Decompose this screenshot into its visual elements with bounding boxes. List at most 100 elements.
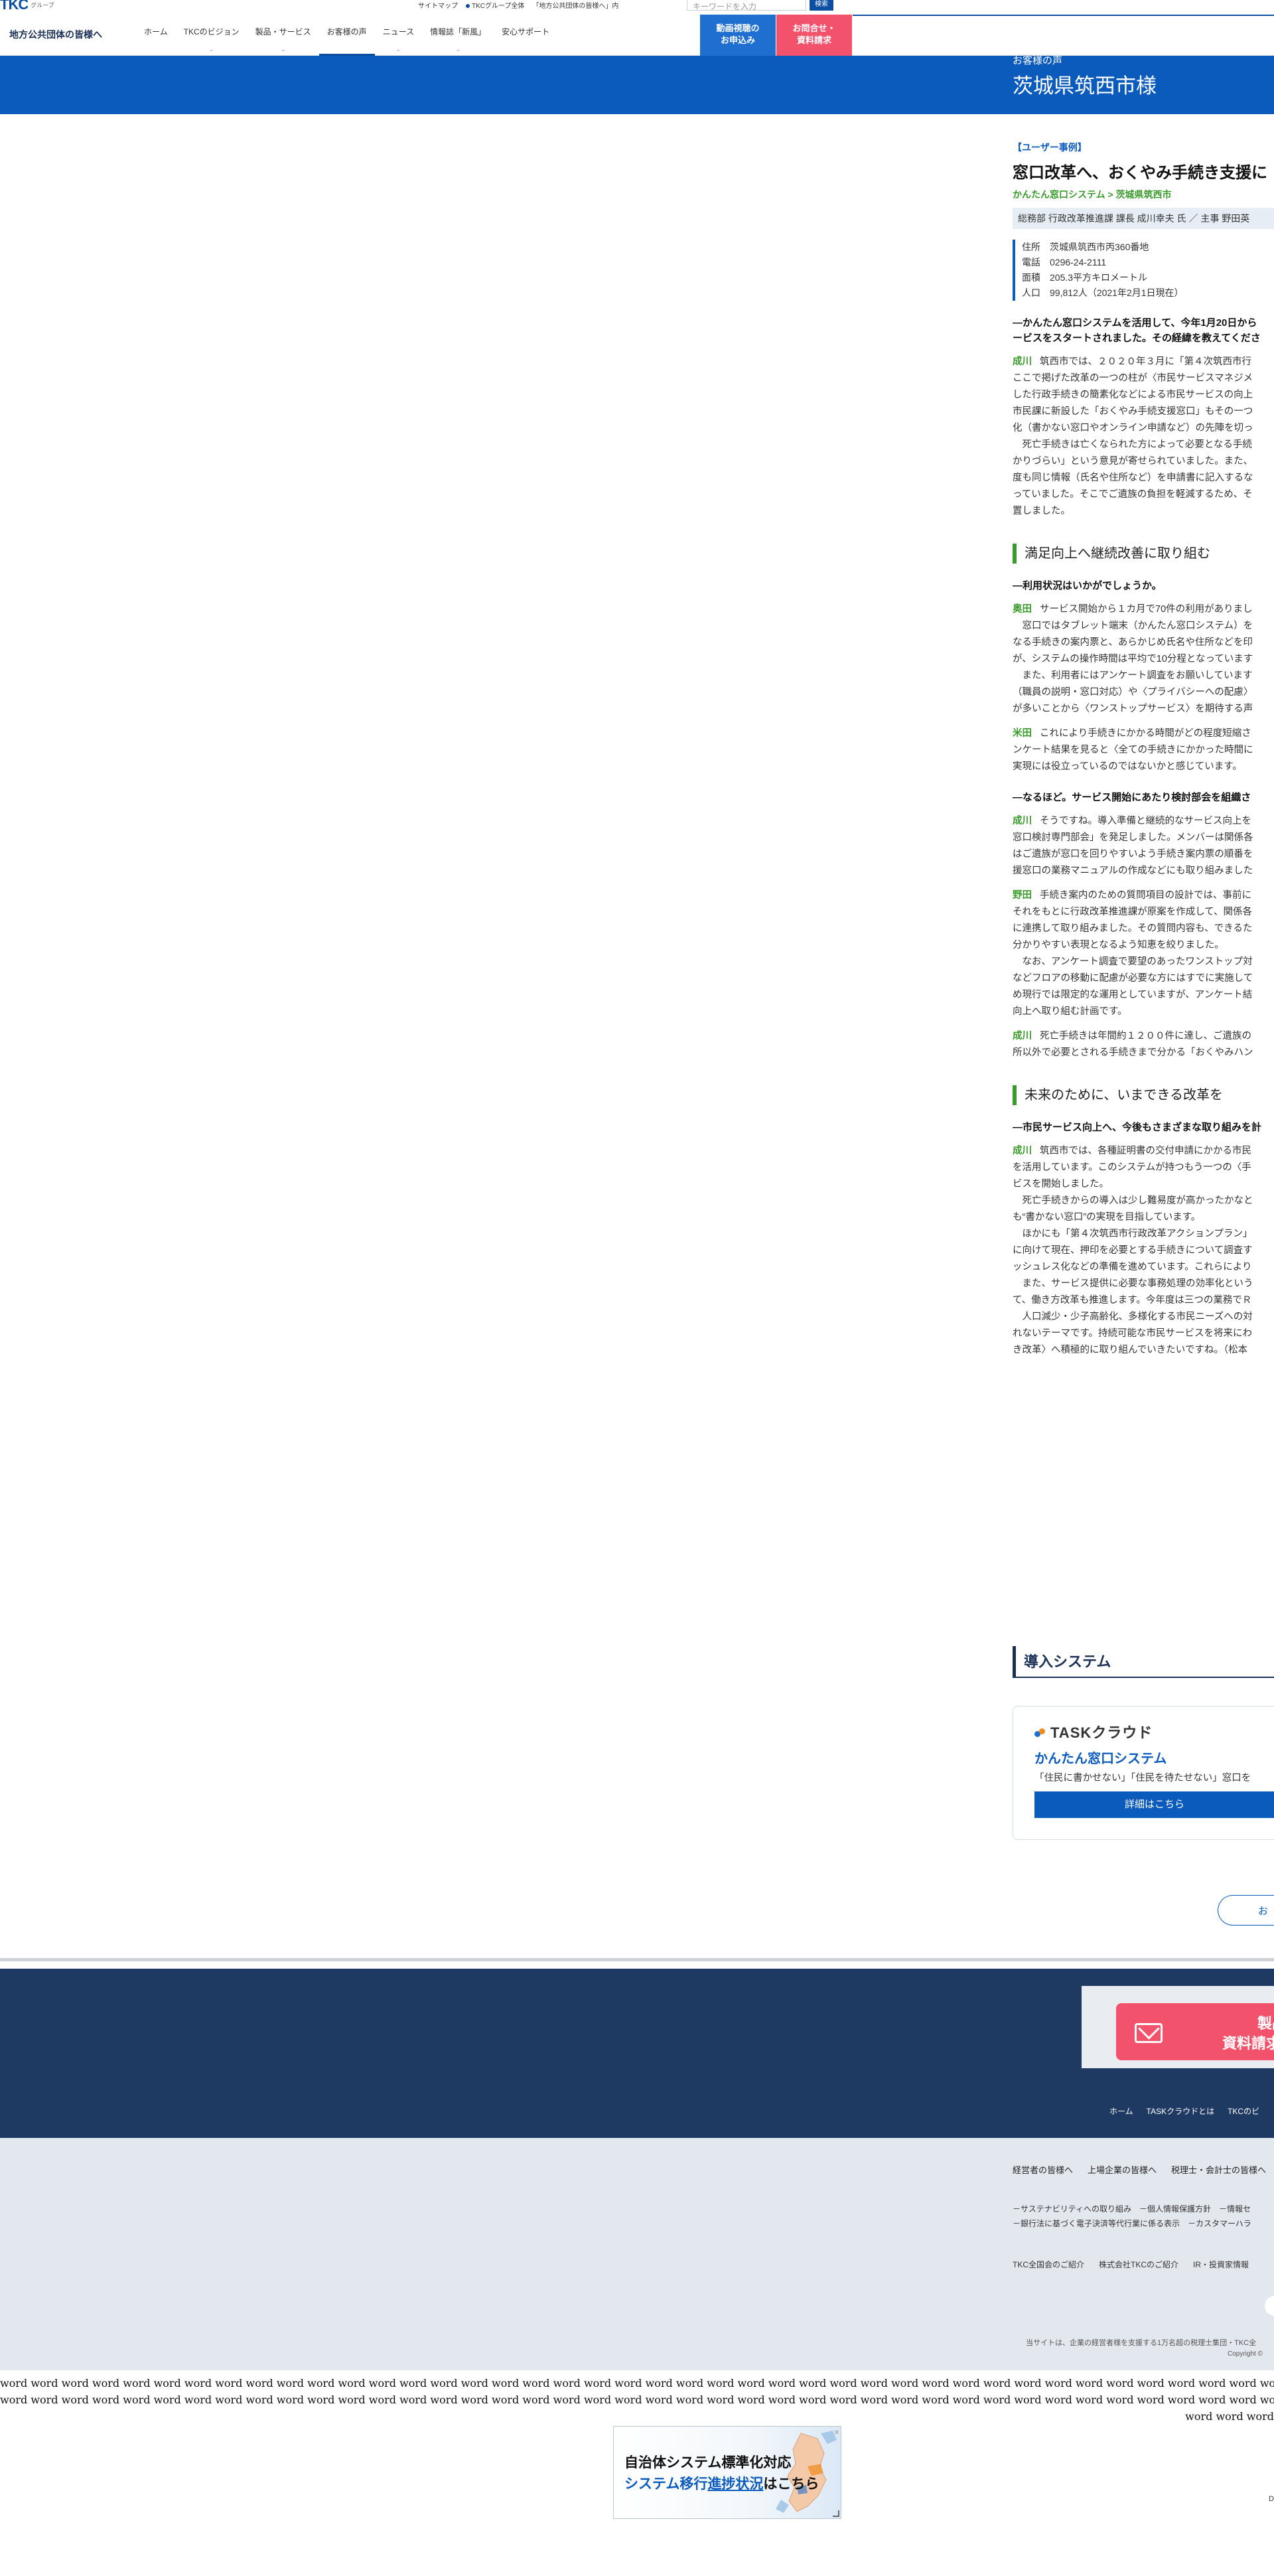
filler-word: word [952,2393,980,2406]
link-accountants[interactable]: 税理士・会計士の皆様へ [1171,2163,1266,2176]
section-heading-1: 満足向上へ継続改善に取り組む [1013,544,1274,564]
migration-banner[interactable]: 自治体システム標準化対応 システム移行進捗状況はこちら × [613,2426,841,2519]
breadcrumb[interactable]: かんたん窓口システム > 茨城県筑西市 [1013,188,1274,201]
page-top-button[interactable] [1265,2296,1274,2316]
footer-link-task[interactable]: TASKクラウドとは [1147,2105,1214,2117]
tkc-logo[interactable]: TKC グループ [0,0,54,9]
footer-link-vision[interactable]: TKCのビ [1228,2105,1259,2117]
filler-word: word [153,2377,181,2389]
filler-word: word [522,2377,550,2389]
footer-link-home[interactable]: ホーム [1109,2105,1133,2117]
speaker-name: 成川 [1013,1031,1032,1041]
answer-line: ほかにも「第４次筑西市行政改革アクションプラン」 [1013,1226,1274,1243]
nav-home[interactable]: ホーム [136,27,176,56]
utility-links: サイトマップ TKCグループ全体 「地方公共団体の皆様へ」内 [418,0,618,10]
more-button[interactable]: お [1218,1895,1274,1926]
filler-word: word [1044,2393,1072,2406]
answer-line: かりづらい」という意見が寄せられていました。また、 [1013,453,1274,470]
chevron-down-icon: ⌄ [280,46,286,52]
filler-word: word [675,2393,704,2406]
link-tkc-corp[interactable]: 株式会社TKCのご紹介 [1099,2259,1178,2270]
filler-word: word [1106,2377,1134,2389]
answer-text: 向上へ取り組む計画です。 [1013,1006,1127,1017]
filler-word: word [430,2377,458,2389]
answer-line: 米田 これにより手続きにかかる時間がどの程度短縮さ [1013,725,1274,742]
question-4: ―市民サービス向上へ、今後もさまざまな取り組みを計 [1013,1120,1274,1135]
info-value: 茨城県筑西市丙360番地 [1050,242,1149,252]
question-2: ―利用状況はいかがでしょうか。 [1013,578,1274,593]
site-title[interactable]: 地方公共団体の皆様へ [9,28,102,41]
answer-line: 実現には役立っているのではないかと感じています。 [1013,759,1274,775]
nav-support[interactable]: 安心サポート [494,27,557,56]
details-button[interactable]: 詳細はこちら [1034,1791,1274,1818]
answer-line: また、サービス提供に必要な事務処理の効率化という [1013,1276,1274,1292]
answer-block-1: 成川 筑西市では、２０２０年３月に「第４次筑西市行 ここで掲げた改革の一つの柱が〈市… [1013,354,1274,520]
answer-text: また、サービス提供に必要な事務処理の効率化という [1013,1278,1253,1289]
radio-all[interactable]: TKCグループ全体 [466,0,524,10]
nav-products[interactable]: 製品・サービス ⌄ [248,27,319,56]
speaker-name: 野田 [1013,890,1032,901]
speaker-name: 成川 [1013,816,1032,826]
filler-word: word [1075,2377,1103,2389]
link-tkc-national[interactable]: TKC全国会のご紹介 [1013,2259,1084,2270]
answer-line: 死亡手続きからの導入は少し難易度が高かったかなと [1013,1193,1274,1209]
radio-dot-icon [466,3,470,8]
interviewees: 総務部 行政改革推進課 課長 成川幸夫 氏 ／ 主事 野田英 [1013,208,1274,229]
policy-links-line-2[interactable]: －銀行法に基づく電子決済等代行業に係る表示 －カスタマーハラ [1013,2216,1251,2231]
info-value: 205.3平方キロメートル [1050,272,1148,283]
filler-word: word [614,2377,642,2389]
link-executives[interactable]: 経営者の皆様へ [1013,2163,1073,2176]
nav-vision[interactable]: TKCのビジョン ⌄ [176,27,248,56]
filler-word: word [307,2377,335,2389]
answer-text: も“書かない窓口”の実現を目指しています。 [1013,1212,1201,1223]
system-name[interactable]: かんたん窓口システム [1034,1748,1167,1767]
filler-word: word [246,2377,273,2389]
close-icon[interactable]: × [834,2427,839,2437]
answer-line: それをもとに行政改革推進課が原案を作成して、関係各 [1013,904,1274,921]
search-button[interactable]: 検索 [810,0,833,11]
speaker-name: 米田 [1013,728,1032,739]
link-ir[interactable]: IR・投資家情報 [1193,2259,1249,2270]
answer-line: を活用しています。このシステムが持つもう一つの〈手 [1013,1160,1274,1176]
footer-request-button[interactable]: 製品 資料請求や [1116,2003,1274,2060]
answer-text: 所以外で必要とされる手続きまで分かる「おくやみハン [1013,1047,1253,1058]
filler-line: word word word word word word word word … [0,2375,1274,2391]
answer-text: これにより手続きにかかる時間がどの程度短縮さ [1040,728,1251,739]
filler-word: word [707,2393,735,2406]
policy-links: －サステナビリティへの取り組み －個人情報保護方針 －情報セ －銀行法に基づく電… [1013,2202,1251,2231]
answer-text: また、利用者にはアンケート調査をお願いしています [1013,670,1253,681]
answer-line: 窓口検討専門部会」を発足しました。メンバーは関係各 [1013,830,1274,846]
answer-text: ほかにも「第４次筑西市行政改革アクションプラン」 [1013,1229,1253,1239]
question-3: ―なるほど。サービス開始にあたり検討部会を組織さ [1013,790,1274,805]
nav-customer-voice[interactable]: お客様の声 [318,27,375,56]
nav-news[interactable]: ニュース ⌄ [375,27,422,56]
answer-text: れないテーマです。持続可能な市民サービスを将来にわ [1013,1328,1253,1339]
filler-word: word [368,2393,396,2406]
answer-text: 死亡手続きは亡くなられた方によって必要となる手続 [1013,439,1252,450]
nav-magazine[interactable]: 情報誌「新風」 ⌄ [422,27,494,56]
link-listed[interactable]: 上場企業の皆様へ [1088,2163,1157,2176]
sitemap-link[interactable]: サイトマップ [418,0,458,10]
answer-text: かりづらい」という意見が寄せられていました。また、 [1013,456,1253,467]
search-input[interactable]: キーワードを入力 [687,0,806,11]
resize-handle-icon[interactable] [833,2510,839,2517]
answer-line: 成川 筑西市では、２０２０年３月に「第４次筑西市行 [1013,354,1274,370]
answer-line: 奥田 サービス開始から１カ月で70件の利用がありまし [1013,601,1274,618]
answer-line: っていました。そこでご遺族の負担を軽減するため、そ [1013,487,1274,503]
contact-button[interactable]: お問合せ・ 資料請求 [776,15,852,56]
filler-word: word [1137,2377,1165,2389]
info-value: 99,812人（2021年2月1日現在） [1050,287,1184,298]
header-accent-line [853,15,1274,35]
radio-section[interactable]: 「地方公共団体の皆様へ」内 [532,0,618,10]
info-row: 電話 0296-24-2111 [1022,255,1274,270]
answer-text: した行政手続きの簡素化などによる市民サービスの向上 [1013,390,1253,400]
info-row: 住所 茨城県筑西市丙360番地 [1022,240,1274,255]
answer-line: 死亡手続きは亡くなられた方によって必要となる手続 [1013,437,1274,453]
answer-text: 筑西市では、各種証明書の交付申請にかかる市民 [1040,1146,1251,1156]
filler-word: word [338,2377,366,2389]
answer-text: そうですね。導入準備と継続的なサービス向上を [1040,816,1251,826]
filler-word: word [31,2377,58,2389]
video-request-button[interactable]: 動画視聴の お申込み [700,15,776,56]
speaker-name: 奥田 [1013,604,1032,615]
policy-links-line-1[interactable]: －サステナビリティへの取り組み －個人情報保護方針 －情報セ [1013,2202,1251,2216]
